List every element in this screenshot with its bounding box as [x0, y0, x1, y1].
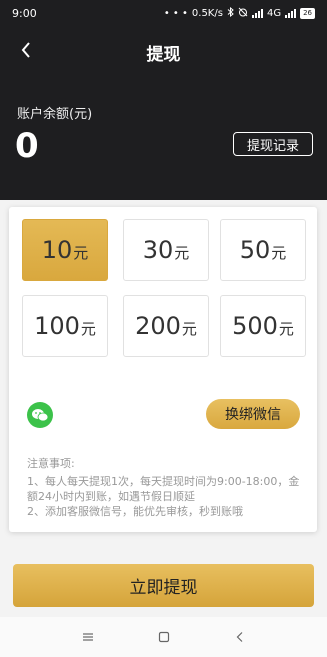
amount-unit: 元 — [271, 244, 287, 262]
page-title: 提现 — [146, 45, 181, 65]
amount-option-500[interactable]: 500 元 — [220, 295, 306, 357]
withdraw-record-button[interactable]: 提现记录 — [233, 132, 313, 156]
battery-icon: 26 — [300, 7, 315, 19]
amount-unit: 元 — [73, 244, 89, 262]
withdraw-card: 10 元 30 元 50 元 100 元 200 元 500 元 换绑微信 注意事项: 1、… — [9, 207, 317, 532]
rebind-wechat-button[interactable]: 换绑微信 — [206, 399, 300, 429]
amount-unit: 元 — [174, 244, 190, 262]
signal-icon-2 — [285, 8, 297, 18]
bluetooth-icon — [227, 6, 234, 20]
alarm-off-icon — [238, 7, 248, 20]
status-dots: • • • — [163, 7, 188, 19]
amount-option-50[interactable]: 50 元 — [220, 219, 306, 281]
signal-icon — [251, 8, 263, 18]
menu-icon[interactable] — [78, 627, 98, 647]
header: 提现 账户余额(元) 0 提现记录 — [0, 26, 327, 200]
amount-value: 200 — [135, 312, 181, 340]
amount-value: 500 — [232, 312, 278, 340]
notes-title: 注意事项: — [27, 457, 75, 470]
amount-unit: 元 — [181, 320, 197, 338]
balance-value: 0 — [15, 126, 39, 166]
status-time: 9:00 — [12, 6, 37, 20]
network-speed: 0.5K/s — [191, 7, 223, 19]
amount-value: 100 — [34, 312, 80, 340]
note-item: 1、每人每天提现1次，每天提现时间为9:00-18:00，金额24小时内到账，如… — [27, 475, 300, 503]
status-bar: 9:00 • • • 0.5K/s 4G 26 — [0, 0, 327, 26]
amount-value: 50 — [239, 236, 271, 264]
amount-value: 30 — [142, 236, 174, 264]
amount-option-30[interactable]: 30 元 — [123, 219, 209, 281]
amount-value: 10 — [41, 236, 73, 264]
amount-unit: 元 — [80, 320, 96, 338]
home-icon[interactable] — [154, 627, 174, 647]
wechat-icon — [27, 402, 53, 428]
amount-option-200[interactable]: 200 元 — [123, 295, 209, 357]
back-nav-icon[interactable] — [230, 627, 250, 647]
amount-option-100[interactable]: 100 元 — [22, 295, 108, 357]
balance-label: 账户余额(元) — [17, 107, 93, 122]
system-nav-bar — [0, 617, 327, 657]
amount-option-10[interactable]: 10 元 — [22, 219, 108, 281]
amount-unit: 元 — [278, 320, 294, 338]
withdraw-now-button[interactable]: 立即提现 — [13, 564, 314, 607]
network-type: 4G — [266, 7, 282, 19]
note-item: 2、添加客服微信号，能优先审核，秒到账哦 — [27, 505, 243, 518]
